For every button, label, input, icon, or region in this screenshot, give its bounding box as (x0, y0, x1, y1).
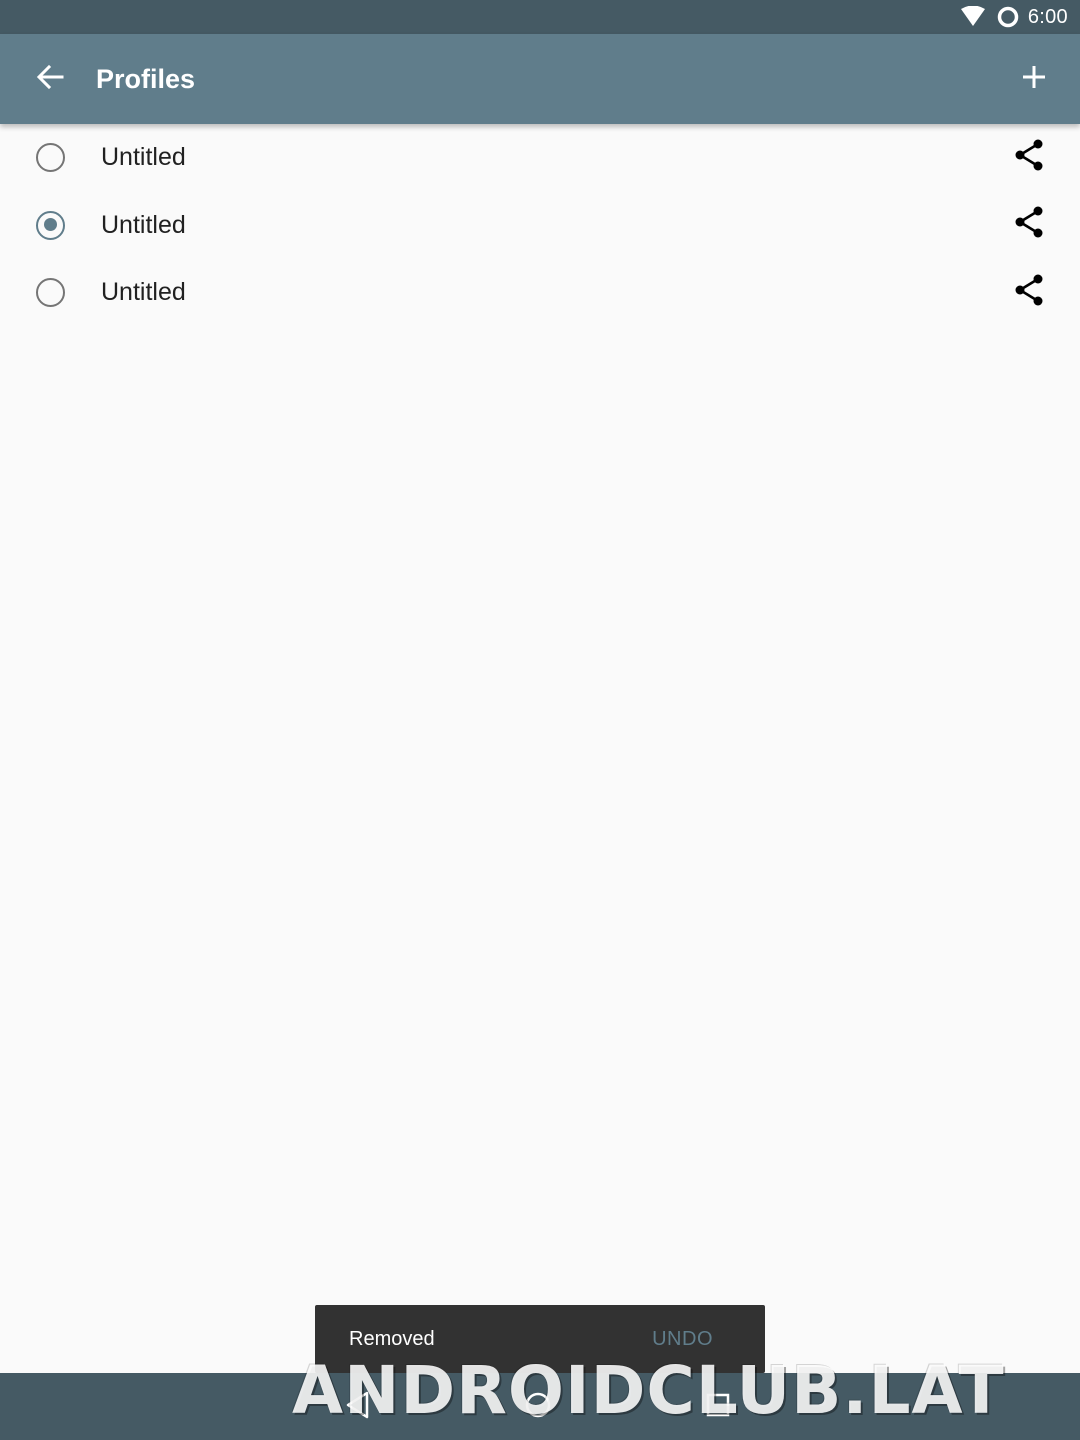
radio-button[interactable] (36, 143, 65, 172)
radio-button-selected[interactable] (36, 210, 65, 240)
watermark: ANDROIDCLUB.LAT (292, 1352, 1005, 1429)
list-item[interactable]: Untitled (0, 124, 1080, 192)
radio-dot (43, 218, 57, 231)
status-clock: 6:00 (1027, 5, 1068, 28)
profile-list: Untitled Untitled Untitled (0, 124, 1080, 327)
add-profile-button[interactable] (1006, 51, 1062, 107)
status-bar: 6:00 (0, 0, 1080, 34)
share-icon (1014, 139, 1044, 176)
share-icon (1014, 206, 1044, 243)
arrow-back-icon (36, 63, 64, 96)
share-icon (1014, 274, 1044, 311)
share-button[interactable] (1008, 271, 1050, 313)
share-button[interactable] (1008, 204, 1050, 246)
list-item[interactable]: Untitled (0, 192, 1080, 260)
page-title: Profiles (96, 64, 196, 94)
back-button[interactable] (22, 51, 78, 107)
ring-icon (996, 5, 1020, 29)
share-button[interactable] (1008, 136, 1050, 178)
wifi-icon (960, 6, 986, 28)
profile-name: Untitled (101, 278, 186, 306)
app-bar: Profiles (0, 34, 1080, 124)
profile-name: Untitled (101, 143, 186, 171)
profile-name: Untitled (101, 210, 186, 239)
plus-icon (1022, 65, 1046, 94)
radio-button[interactable] (36, 278, 65, 307)
list-item[interactable]: Untitled (0, 259, 1080, 327)
